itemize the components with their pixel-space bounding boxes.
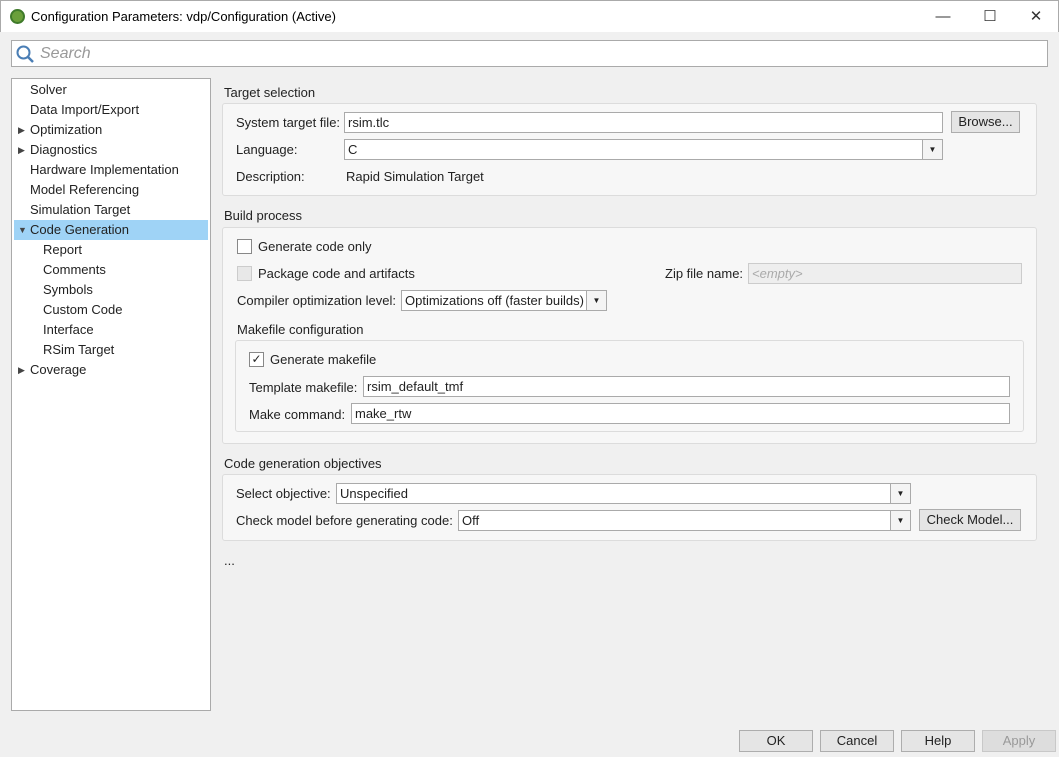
tree-item-label: Coverage [30,362,87,377]
tree-item-hardware-implementation[interactable]: Hardware Implementation [14,160,208,180]
tree-item-report[interactable]: Report [14,240,208,260]
description-value: Rapid Simulation Target [346,169,484,184]
target-selection-heading: Target selection [224,85,316,100]
language-label: Language: [236,142,298,157]
code-generation-objectives-heading: Code generation objectives [224,456,382,471]
tree-item-solver[interactable]: Solver [14,80,208,100]
zip-file-name-label: Zip file name: [665,266,744,281]
tree-item-coverage[interactable]: ▶ Coverage [14,360,208,380]
button-bar: OK Cancel Help Apply [0,718,1059,757]
tree-item-label: RSim Target [43,342,115,357]
tree-item-label: Data Import/Export [30,102,140,117]
tree-item-label: Hardware Implementation [30,162,179,177]
language-dropdown[interactable]: C ▼ [344,139,943,160]
tree-item-code-generation[interactable]: ▼ Code Generation [14,220,208,240]
make-command-label: Make command: [249,407,346,422]
window-title: Configuration Parameters: vdp/Configurat… [31,9,336,24]
tree-item-comments[interactable]: Comments [14,260,208,280]
tree-item-label: Report [43,242,83,257]
tree-item-label: Custom Code [43,302,123,317]
app-gear-icon [10,9,25,24]
category-tree: Solver Data Import/Export ▶ Optimization … [11,78,211,711]
select-objective-value: Unspecified [340,486,408,501]
template-makefile-label: Template makefile: [249,380,358,395]
tree-item-symbols[interactable]: Symbols [14,280,208,300]
apply-button[interactable]: Apply [982,730,1056,752]
tree-item-rsim-target[interactable]: RSim Target [14,340,208,360]
tree-item-optimization[interactable]: ▶ Optimization [14,120,208,140]
chevron-down-icon: ▼ [586,291,606,310]
check-model-label: Check model before generating code: [236,513,453,528]
package-code-label: Package code and artifacts [258,266,415,281]
chevron-down-icon: ▼ [890,511,910,530]
generate-makefile-checkbox[interactable]: ✓ [249,352,264,367]
tree-item-label: Solver [30,82,67,97]
expand-arrow-icon[interactable]: ▶ [18,120,25,140]
search-input[interactable] [38,43,1028,64]
generate-code-only-checkbox[interactable] [237,239,252,254]
ok-button[interactable]: OK [739,730,813,752]
tree-item-data-import-export[interactable]: Data Import/Export [14,100,208,120]
makefile-configuration-heading: Makefile configuration [237,322,364,337]
compiler-optimization-value: Optimizations off (faster builds) [405,293,584,308]
chevron-down-icon: ▼ [890,484,910,503]
select-objective-dropdown[interactable]: Unspecified ▼ [336,483,911,504]
system-target-file-label: System target file: [236,115,341,130]
generate-code-only-label: Generate code only [258,239,372,254]
expand-arrow-icon[interactable]: ▶ [18,140,25,160]
description-label: Description: [236,169,305,184]
tree-item-diagnostics[interactable]: ▶ Diagnostics [14,140,208,160]
title-bar: Configuration Parameters: vdp/Configurat… [0,0,1059,32]
template-makefile-input[interactable]: rsim_default_tmf [363,376,1010,397]
tree-item-label: Model Referencing [30,182,140,197]
cancel-button[interactable]: Cancel [820,730,894,752]
select-objective-label: Select objective: [236,486,331,501]
maximize-button[interactable]: ☐ [970,5,1010,29]
tree-item-label: Interface [43,322,94,337]
tree-item-label: Comments [43,262,106,277]
generate-makefile-label: Generate makefile [270,352,377,367]
system-target-file-input[interactable]: rsim.tlc [344,112,943,133]
tree-item-label: Optimization [30,122,103,137]
compiler-optimization-dropdown[interactable]: Optimizations off (faster builds) ▼ [401,290,607,311]
build-process-heading: Build process [224,208,303,223]
tree-item-label: Symbols [43,282,93,297]
browse-button[interactable]: Browse... [951,111,1020,133]
search-box[interactable] [11,40,1048,67]
make-command-input[interactable]: make_rtw [351,403,1010,424]
tree-item-interface[interactable]: Interface [14,320,208,340]
close-button[interactable]: ✕ [1016,5,1056,29]
tree-item-label: Simulation Target [30,202,131,217]
chevron-down-icon: ▼ [922,140,942,159]
search-icon [16,45,34,63]
expand-arrow-icon[interactable]: ▶ [18,360,25,380]
tree-item-simulation-target[interactable]: Simulation Target [14,200,208,220]
check-model-button[interactable]: Check Model... [919,509,1021,531]
compiler-optimization-label: Compiler optimization level: [237,293,396,308]
more-ellipsis[interactable]: ... [224,553,235,568]
zip-file-name-input[interactable]: <empty> [748,263,1022,284]
collapse-arrow-icon[interactable]: ▼ [18,220,27,240]
help-button[interactable]: Help [901,730,975,752]
minimize-button[interactable]: — [923,5,963,29]
tree-item-label: Diagnostics [30,142,98,157]
tree-item-model-referencing[interactable]: Model Referencing [14,180,208,200]
tree-item-custom-code[interactable]: Custom Code [14,300,208,320]
package-code-checkbox[interactable] [237,266,252,281]
check-model-dropdown[interactable]: Off ▼ [458,510,911,531]
language-value: C [348,142,358,157]
check-model-value: Off [462,513,480,528]
tree-item-label: Code Generation [30,222,130,237]
